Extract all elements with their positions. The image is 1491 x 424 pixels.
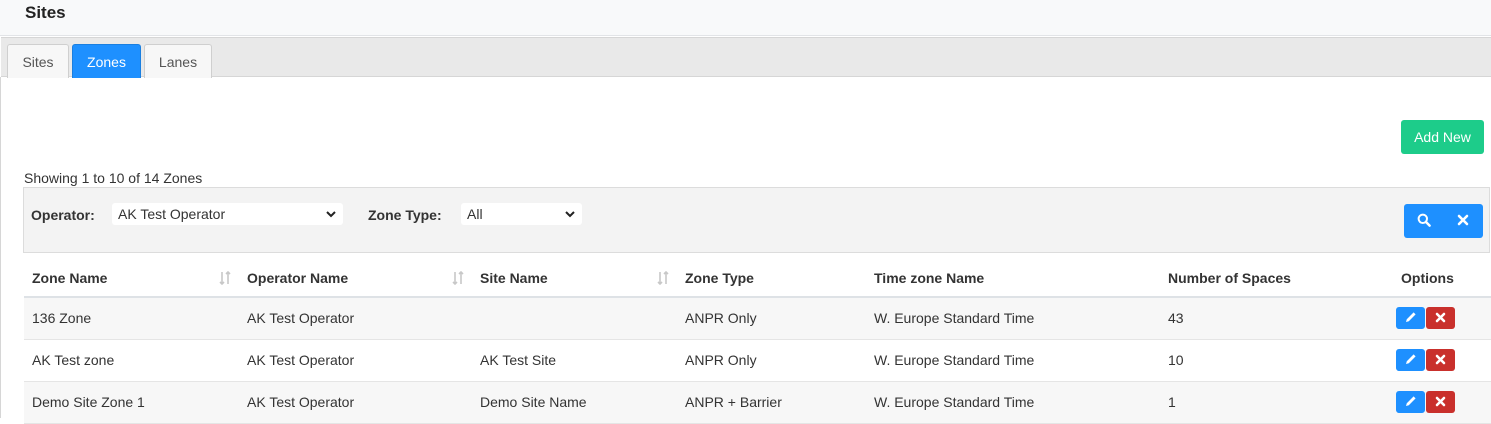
pencil-icon <box>1404 310 1418 327</box>
edit-button[interactable] <box>1396 391 1425 413</box>
zone-type-filter-label: Zone Type: <box>368 207 442 223</box>
pencil-icon <box>1404 352 1418 369</box>
column-header-time-zone-name: Time zone Name <box>866 259 1160 298</box>
cell-zone-type: ANPR Only <box>677 297 866 340</box>
operator-filter-label: Operator: <box>31 207 95 223</box>
cell-options <box>1393 339 1491 382</box>
column-header-options: Options <box>1393 259 1491 298</box>
column-header-zone-type: Zone Type <box>677 259 866 298</box>
tab-lanes[interactable]: Lanes <box>144 44 212 78</box>
edit-button[interactable] <box>1396 307 1425 330</box>
cell-time-zone-name: W. Europe Standard Time <box>866 297 1160 340</box>
pencil-icon <box>1404 394 1418 411</box>
table-row: 136 Zone AK Test Operator ANPR Only W. E… <box>24 297 1491 340</box>
cell-options <box>1393 297 1491 340</box>
cell-time-zone-name: W. Europe Standard Time <box>866 381 1160 424</box>
close-icon <box>1435 394 1446 410</box>
chevron-down-icon <box>564 206 576 225</box>
zones-table: Zone Name Operator Name Site Name Zone T… <box>24 259 1491 424</box>
cell-operator-name: AK Test Operator <box>239 381 472 424</box>
cell-site-name: AK Test Site <box>472 339 677 382</box>
zone-type-select-value: All <box>467 206 483 222</box>
cell-options <box>1393 381 1491 424</box>
cell-zone-name: AK Test zone <box>24 339 239 382</box>
tab-sites[interactable]: Sites <box>7 44 69 78</box>
sort-icon <box>452 270 464 288</box>
sort-icon <box>219 270 231 288</box>
cell-zone-name: 136 Zone <box>24 297 239 340</box>
tab-bar: Sites Zones Lanes <box>1 37 1491 78</box>
sort-icon <box>657 270 669 288</box>
cell-zone-type: ANPR + Barrier <box>677 381 866 424</box>
zone-type-select[interactable]: All <box>461 203 582 225</box>
operator-select[interactable]: AK Test Operator <box>112 203 343 225</box>
cell-number-of-spaces: 43 <box>1160 297 1393 340</box>
column-header-zone-name[interactable]: Zone Name <box>24 259 239 298</box>
cell-operator-name: AK Test Operator <box>239 297 472 340</box>
cell-site-name <box>472 297 677 340</box>
page-header: Sites <box>0 0 1491 36</box>
column-header-number-of-spaces: Number of Spaces <box>1160 259 1393 298</box>
cell-time-zone-name: W. Europe Standard Time <box>866 339 1160 382</box>
delete-button[interactable] <box>1426 307 1455 330</box>
cell-number-of-spaces: 1 <box>1160 381 1393 424</box>
edit-button[interactable] <box>1396 349 1425 371</box>
cell-operator-name: AK Test Operator <box>239 339 472 382</box>
filter-panel: Operator: AK Test Operator Zone Type: Al… <box>23 187 1490 253</box>
clear-filter-button[interactable] <box>1444 204 1484 238</box>
delete-button[interactable] <box>1426 349 1455 371</box>
page-title: Sites <box>25 3 66 22</box>
table-header-row: Zone Name Operator Name Site Name Zone T… <box>24 259 1491 298</box>
cell-number-of-spaces: 10 <box>1160 339 1393 382</box>
operator-select-value: AK Test Operator <box>118 206 226 222</box>
search-button[interactable] <box>1404 204 1444 238</box>
close-icon <box>1435 352 1446 368</box>
content-border <box>0 77 1 418</box>
showing-summary: Showing 1 to 10 of 14 Zones <box>24 170 203 186</box>
cell-zone-type: ANPR Only <box>677 339 866 382</box>
close-icon <box>1435 310 1446 326</box>
add-new-button[interactable]: Add New <box>1401 120 1484 154</box>
delete-button[interactable] <box>1426 391 1455 413</box>
search-icon <box>1417 213 1431 230</box>
close-icon <box>1457 213 1469 229</box>
column-header-site-name[interactable]: Site Name <box>472 259 677 298</box>
cell-zone-name: Demo Site Zone 1 <box>24 381 239 424</box>
cell-site-name: Demo Site Name <box>472 381 677 424</box>
tab-zones[interactable]: Zones <box>72 44 141 78</box>
table-row: Demo Site Zone 1 AK Test Operator Demo S… <box>24 381 1491 424</box>
chevron-down-icon <box>325 206 337 225</box>
table-row: AK Test zone AK Test Operator AK Test Si… <box>24 339 1491 382</box>
filter-button-group <box>1404 204 1483 238</box>
column-header-operator-name[interactable]: Operator Name <box>239 259 472 298</box>
